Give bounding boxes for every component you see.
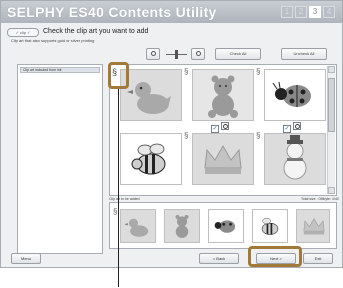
step-2-indicator: 2 bbox=[295, 6, 307, 18]
instruction-text: Check the clip art you want to add bbox=[43, 28, 149, 35]
check-all-button[interactable]: Check All bbox=[215, 48, 261, 60]
bear-controls: ✓ bbox=[211, 122, 237, 133]
added-clip-strip: § bbox=[109, 202, 337, 249]
clip-mode-badge: ✓ clip ✓ bbox=[7, 28, 39, 37]
scroll-up-arrow[interactable] bbox=[328, 66, 335, 73]
uncheck-all-button[interactable]: Uncheck All bbox=[281, 48, 327, 60]
step-1-indicator: 1 bbox=[281, 6, 293, 18]
ladybug-checkbox[interactable]: ✓ bbox=[283, 125, 291, 133]
snowman-icon bbox=[265, 134, 325, 184]
bear-checkbox[interactable]: ✓ bbox=[211, 125, 219, 133]
added-bear[interactable] bbox=[164, 209, 200, 243]
app-title: SELPHY ES40 Contents Utility bbox=[7, 4, 217, 20]
added-crown[interactable] bbox=[296, 209, 330, 243]
zoom-in-button[interactable] bbox=[191, 48, 205, 60]
exit-button[interactable]: Exit bbox=[303, 253, 333, 264]
clip-bear[interactable] bbox=[192, 69, 254, 121]
category-item[interactable]: Clip art included from ink bbox=[20, 67, 100, 73]
category-list: Clip art included from ink bbox=[17, 64, 103, 254]
frame-marker-icon: § bbox=[256, 67, 261, 76]
app-window: SELPHY ES40 Contents Utility 1 2 3 4 ✓ c… bbox=[0, 0, 343, 268]
scroll-thumb[interactable] bbox=[328, 78, 335, 132]
scroll-down-arrow[interactable] bbox=[328, 187, 335, 194]
clip-bee[interactable] bbox=[120, 133, 182, 185]
ladybug-icon bbox=[265, 70, 325, 120]
clip-crown[interactable] bbox=[192, 133, 254, 185]
crown-icon bbox=[303, 218, 325, 235]
frame-marker-icon: § bbox=[184, 67, 189, 76]
duck-icon bbox=[124, 218, 149, 237]
frame-marker-icon: § bbox=[113, 207, 118, 216]
clip-duck[interactable] bbox=[120, 69, 182, 121]
menu-button[interactable]: Menu bbox=[11, 253, 41, 264]
added-bee[interactable] bbox=[252, 209, 288, 243]
frame-marker-icon: § bbox=[256, 131, 261, 140]
clip-art-grid: ✓ ✓ § § § § § bbox=[109, 64, 337, 196]
callout-leader-line bbox=[118, 89, 119, 287]
step-3-indicator: 3 bbox=[309, 6, 321, 18]
added-ladybug[interactable] bbox=[208, 209, 244, 243]
added-duck[interactable] bbox=[120, 209, 156, 243]
magnifier-icon bbox=[150, 51, 156, 56]
magnifier-icon bbox=[195, 51, 201, 56]
clip-grid-scrollbar[interactable] bbox=[327, 66, 335, 194]
gold-silver-note: Clip art that also supports gold or silv… bbox=[11, 38, 95, 43]
title-bar: SELPHY ES40 Contents Utility 1 2 3 4 bbox=[1, 1, 342, 23]
step-4-indicator: 4 bbox=[323, 6, 335, 18]
bee-icon bbox=[121, 134, 181, 184]
added-section-label: Clip art to be added bbox=[109, 197, 140, 201]
duck-icon bbox=[121, 70, 181, 120]
ladybug-zoom-icon[interactable] bbox=[293, 122, 301, 130]
zoom-out-button[interactable] bbox=[146, 48, 160, 60]
next-button-callout bbox=[248, 246, 302, 267]
crown-icon bbox=[193, 134, 253, 184]
added-size-count: Total size : 0Mbyte: 4/40 bbox=[301, 197, 339, 201]
clip-ladybug[interactable] bbox=[264, 69, 326, 121]
zoom-slider-handle[interactable] bbox=[175, 50, 178, 59]
duck-controls bbox=[140, 122, 166, 130]
bee-icon bbox=[261, 217, 279, 235]
bear-icon bbox=[193, 70, 253, 120]
back-button[interactable]: < Back bbox=[199, 253, 239, 264]
ladybug-controls: ✓ bbox=[283, 122, 309, 133]
frame-marker-icon: § bbox=[184, 131, 189, 140]
bear-icon bbox=[175, 214, 189, 238]
clip-snowman[interactable] bbox=[264, 133, 326, 185]
frame-marker-callout bbox=[108, 62, 129, 89]
ladybug-icon bbox=[214, 220, 236, 233]
bear-zoom-icon[interactable] bbox=[221, 122, 229, 130]
